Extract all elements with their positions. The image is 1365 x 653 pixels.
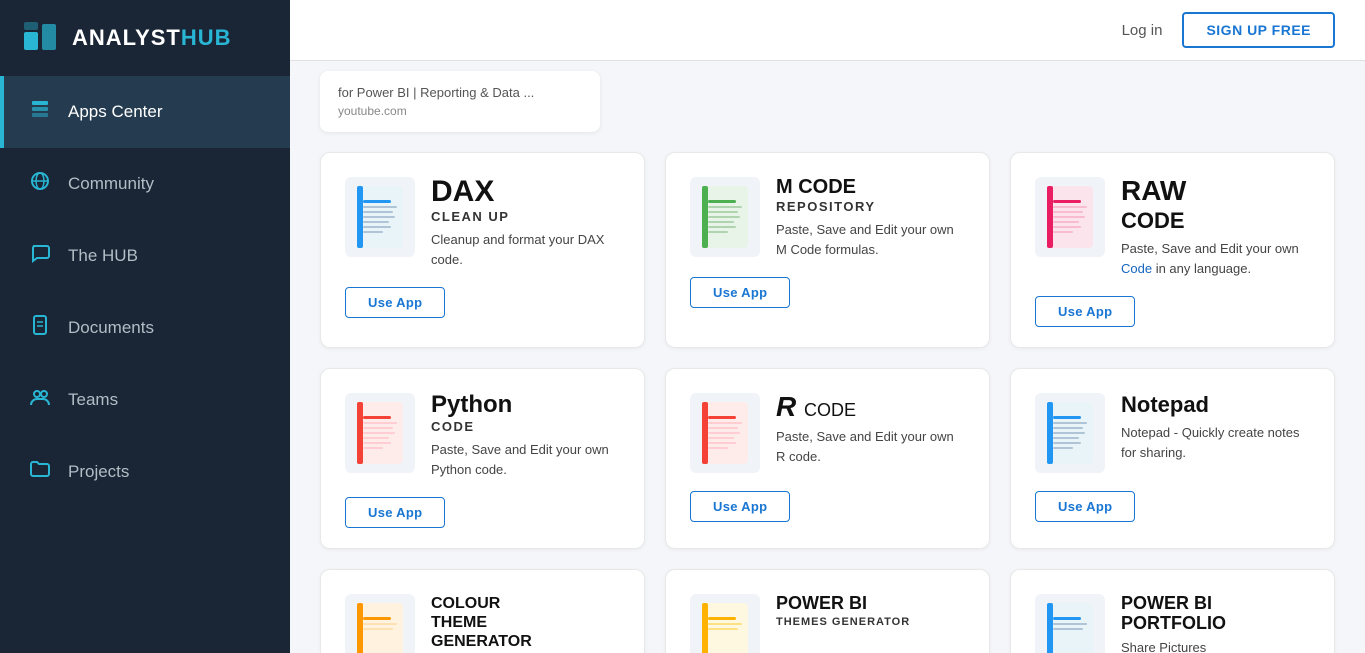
card-title-power-bi-themes: POWER BI bbox=[776, 594, 965, 614]
card-top-python: Python CODE Paste, Save and Edit your ow… bbox=[345, 393, 620, 479]
card-subtitle-dax: CLEAN UP bbox=[431, 209, 620, 224]
card-desc-m-code: Paste, Save and Edit your own M Code for… bbox=[776, 220, 965, 259]
card-thumb-power-bi-portfolio bbox=[1035, 594, 1105, 653]
chat-icon bbox=[28, 242, 52, 270]
card-subtitle-m-code: REPOSITORY bbox=[776, 199, 965, 214]
app-card-power-bi-themes: POWER BI THEMES GENERATOR bbox=[665, 569, 990, 653]
card-info-notepad: Notepad Notepad - Quickly create notes f… bbox=[1121, 393, 1310, 462]
app-card-colour-theme: COLOURTHEMEGENERATOR Create beautiful bbox=[320, 569, 645, 653]
card-top-power-bi-portfolio: POWER BIPORTFOLIO Share Pictures bbox=[1035, 594, 1310, 653]
sidebar-item-apps-center[interactable]: Apps Center bbox=[0, 76, 290, 148]
card-desc-dax: Cleanup and format your DAX code. bbox=[431, 230, 620, 269]
card-title-r-code: R CODE bbox=[776, 393, 965, 421]
app-card-power-bi-portfolio: POWER BIPORTFOLIO Share Pictures bbox=[1010, 569, 1335, 653]
card-info-dax: DAX CLEAN UP Cleanup and format your DAX… bbox=[431, 177, 620, 269]
card-top-r-code: R CODE Paste, Save and Edit your own R c… bbox=[690, 393, 965, 473]
apps-grid: DAX CLEAN UP Cleanup and format your DAX… bbox=[320, 152, 1335, 653]
card-info-power-bi-themes: POWER BI THEMES GENERATOR bbox=[776, 594, 965, 634]
card-top-notepad: Notepad Notepad - Quickly create notes f… bbox=[1035, 393, 1310, 473]
sidebar-item-label-the-hub: The HUB bbox=[68, 246, 138, 266]
logo: ANALYSTHUB bbox=[0, 0, 290, 76]
card-title-raw-code: RAWCODE bbox=[1121, 177, 1310, 233]
card-title-m-code: M CODE bbox=[776, 177, 965, 197]
app-card-notepad: Notepad Notepad - Quickly create notes f… bbox=[1010, 368, 1335, 549]
layers-icon bbox=[28, 98, 52, 126]
analyst-hub-logo-icon bbox=[20, 18, 60, 58]
login-button[interactable]: Log in bbox=[1122, 22, 1163, 39]
card-title-python: Python bbox=[431, 393, 620, 417]
card-top-m-code: M CODE REPOSITORY Paste, Save and Edit y… bbox=[690, 177, 965, 259]
card-thumb-colour-theme bbox=[345, 594, 415, 653]
sidebar-item-projects[interactable]: Projects bbox=[0, 436, 290, 508]
team-icon bbox=[28, 386, 52, 414]
app-card-python-code: Python CODE Paste, Save and Edit your ow… bbox=[320, 368, 645, 549]
use-app-button-m-code[interactable]: Use App bbox=[690, 277, 790, 308]
app-card-dax-cleanup: DAX CLEAN UP Cleanup and format your DAX… bbox=[320, 152, 645, 348]
sidebar-item-teams[interactable]: Teams bbox=[0, 364, 290, 436]
sidebar: ANALYSTHUB Apps Center Community The HUB bbox=[0, 0, 290, 653]
card-thumb-m-code bbox=[690, 177, 760, 257]
card-subtitle-python: CODE bbox=[431, 419, 620, 434]
globe-icon bbox=[28, 170, 52, 198]
logo-text: ANALYSTHUB bbox=[72, 25, 232, 51]
card-info-raw-code: RAWCODE Paste, Save and Edit your own Co… bbox=[1121, 177, 1310, 278]
card-top-power-bi-themes: POWER BI THEMES GENERATOR bbox=[690, 594, 965, 653]
topbar: Log in SIGN UP FREE bbox=[290, 0, 1365, 61]
card-top-raw-code: RAWCODE Paste, Save and Edit your own Co… bbox=[1035, 177, 1310, 278]
app-card-raw-code: RAWCODE Paste, Save and Edit your own Co… bbox=[1010, 152, 1335, 348]
preview-url: youtube.com bbox=[338, 104, 582, 118]
sidebar-item-community[interactable]: Community bbox=[0, 148, 290, 220]
card-top-dax: DAX CLEAN UP Cleanup and format your DAX… bbox=[345, 177, 620, 269]
preview-title: for Power BI | Reporting & Data ... bbox=[338, 85, 582, 100]
use-app-button-r-code[interactable]: Use App bbox=[690, 491, 790, 522]
sidebar-item-label-projects: Projects bbox=[68, 462, 129, 482]
use-app-button-raw-code[interactable]: Use App bbox=[1035, 296, 1135, 327]
card-thumb-python bbox=[345, 393, 415, 473]
card-info-python: Python CODE Paste, Save and Edit your ow… bbox=[431, 393, 620, 479]
sidebar-item-documents[interactable]: Documents bbox=[0, 292, 290, 364]
card-info-power-bi-portfolio: POWER BIPORTFOLIO Share Pictures bbox=[1121, 594, 1310, 653]
card-info-m-code: M CODE REPOSITORY Paste, Save and Edit y… bbox=[776, 177, 965, 259]
sidebar-item-label-community: Community bbox=[68, 174, 154, 194]
card-thumb-dax bbox=[345, 177, 415, 257]
folder-icon bbox=[28, 458, 52, 486]
app-card-m-code: M CODE REPOSITORY Paste, Save and Edit y… bbox=[665, 152, 990, 348]
card-thumb-power-bi-themes bbox=[690, 594, 760, 653]
sidebar-item-label-documents: Documents bbox=[68, 318, 154, 338]
use-app-button-dax[interactable]: Use App bbox=[345, 287, 445, 318]
card-top-colour-theme: COLOURTHEMEGENERATOR Create beautiful bbox=[345, 594, 620, 653]
use-app-button-notepad[interactable]: Use App bbox=[1035, 491, 1135, 522]
card-desc-notepad: Notepad - Quickly create notes for shari… bbox=[1121, 423, 1310, 462]
card-thumb-raw-code bbox=[1035, 177, 1105, 257]
sidebar-item-label-apps-center: Apps Center bbox=[68, 102, 163, 122]
sidebar-item-the-hub[interactable]: The HUB bbox=[0, 220, 290, 292]
card-title-dax: DAX bbox=[431, 177, 620, 207]
content-area: for Power BI | Reporting & Data ... yout… bbox=[290, 61, 1365, 653]
sidebar-item-label-teams: Teams bbox=[68, 390, 118, 410]
card-subtitle-power-bi-themes: THEMES GENERATOR bbox=[776, 616, 965, 628]
app-card-r-code: R CODE Paste, Save and Edit your own R c… bbox=[665, 368, 990, 549]
document-icon bbox=[28, 314, 52, 342]
sidebar-nav: Apps Center Community The HUB Documents bbox=[0, 76, 290, 653]
card-thumb-r-code bbox=[690, 393, 760, 473]
main-content: Log in SIGN UP FREE for Power BI | Repor… bbox=[290, 0, 1365, 653]
card-title-power-bi-portfolio: POWER BIPORTFOLIO bbox=[1121, 594, 1310, 634]
card-desc-r-code: Paste, Save and Edit your own R code. bbox=[776, 427, 965, 466]
card-thumb-notepad bbox=[1035, 393, 1105, 473]
card-info-r-code: R CODE Paste, Save and Edit your own R c… bbox=[776, 393, 965, 466]
card-info-colour-theme: COLOURTHEMEGENERATOR Create beautiful bbox=[431, 594, 620, 653]
card-title-notepad: Notepad bbox=[1121, 393, 1310, 417]
card-desc-power-bi-portfolio: Share Pictures bbox=[1121, 638, 1310, 653]
signup-button[interactable]: SIGN UP FREE bbox=[1182, 12, 1335, 48]
card-title-colour-theme: COLOURTHEMEGENERATOR bbox=[431, 594, 620, 652]
card-desc-raw-code: Paste, Save and Edit your own Code in an… bbox=[1121, 239, 1310, 278]
use-app-button-python[interactable]: Use App bbox=[345, 497, 445, 528]
card-desc-python: Paste, Save and Edit your own Python cod… bbox=[431, 440, 620, 479]
preview-card: for Power BI | Reporting & Data ... yout… bbox=[320, 71, 600, 132]
